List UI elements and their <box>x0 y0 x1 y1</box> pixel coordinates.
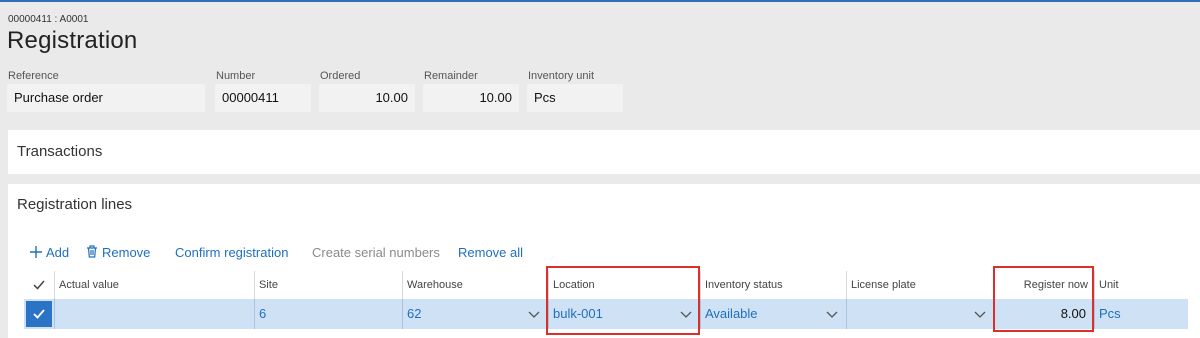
remove-button[interactable]: Remove <box>86 244 150 263</box>
remove-label: Remove <box>102 245 151 260</box>
select-all-checkbox[interactable] <box>24 271 54 299</box>
register-now-cell[interactable]: 8.00 <box>994 299 1094 329</box>
add-button[interactable]: Add <box>30 244 69 263</box>
column-location[interactable]: Location <box>548 271 700 299</box>
column-license-plate[interactable]: License plate <box>846 271 994 299</box>
location-cell[interactable]: bulk-001 <box>548 299 700 329</box>
record-id: 00000411 : A0001 <box>8 14 89 25</box>
page-title: Registration <box>7 27 138 54</box>
column-unit[interactable]: Unit <box>1094 271 1188 299</box>
remove-all-button[interactable]: Remove all <box>458 244 523 262</box>
actual-value-cell[interactable] <box>54 299 254 329</box>
chevron-down-icon[interactable] <box>680 308 692 320</box>
inventory-status-value: Available <box>705 306 758 321</box>
column-inventory-status[interactable]: Inventory status <box>700 271 846 299</box>
reference-field[interactable]: Purchase order <box>7 84 205 112</box>
top-accent-line <box>0 0 1200 2</box>
plus-icon <box>30 245 42 263</box>
license-plate-cell[interactable] <box>846 299 994 329</box>
transactions-panel[interactable]: Transactions <box>8 130 1200 174</box>
trash-icon <box>86 244 98 263</box>
table-row[interactable]: 6 62 bulk-001 Available 8.00 Pcs <box>24 299 1188 329</box>
add-label: Add <box>46 245 70 260</box>
column-warehouse[interactable]: Warehouse <box>402 271 548 299</box>
grid-header: Actual value Site Warehouse Location Inv… <box>24 271 1188 299</box>
site-cell[interactable]: 6 <box>254 299 402 329</box>
row-checkbox[interactable] <box>26 301 52 327</box>
ordered-field[interactable]: 10.00 <box>319 84 415 112</box>
chevron-down-icon[interactable] <box>974 308 986 320</box>
chevron-down-icon[interactable] <box>528 308 540 320</box>
number-field[interactable]: 00000411 <box>215 84 311 112</box>
column-register-now[interactable]: Register now <box>994 271 1094 299</box>
inventory-unit-label: Inventory unit <box>528 70 595 82</box>
warehouse-cell[interactable]: 62 <box>402 299 548 329</box>
warehouse-value: 62 <box>407 306 422 321</box>
remainder-field[interactable]: 10.00 <box>423 84 519 112</box>
transactions-title[interactable]: Transactions <box>17 143 102 160</box>
inventory-status-cell[interactable]: Available <box>700 299 846 329</box>
confirm-registration-button[interactable]: Confirm registration <box>175 244 288 262</box>
checkmark-icon <box>33 280 45 290</box>
location-value: bulk-001 <box>553 306 603 321</box>
chevron-down-icon[interactable] <box>826 308 838 320</box>
column-site[interactable]: Site <box>254 271 402 299</box>
unit-cell[interactable]: Pcs <box>1094 299 1188 329</box>
column-actual-value[interactable]: Actual value <box>54 271 254 299</box>
reference-label: Reference <box>8 70 59 82</box>
checkmark-icon <box>33 309 45 319</box>
create-serial-numbers-button[interactable]: Create serial numbers <box>312 244 440 262</box>
remainder-label: Remainder <box>424 70 478 82</box>
number-label: Number <box>216 70 256 82</box>
ordered-label: Ordered <box>320 70 361 82</box>
inventory-unit-field[interactable]: Pcs <box>527 84 623 112</box>
registration-lines-title: Registration lines <box>17 196 133 213</box>
